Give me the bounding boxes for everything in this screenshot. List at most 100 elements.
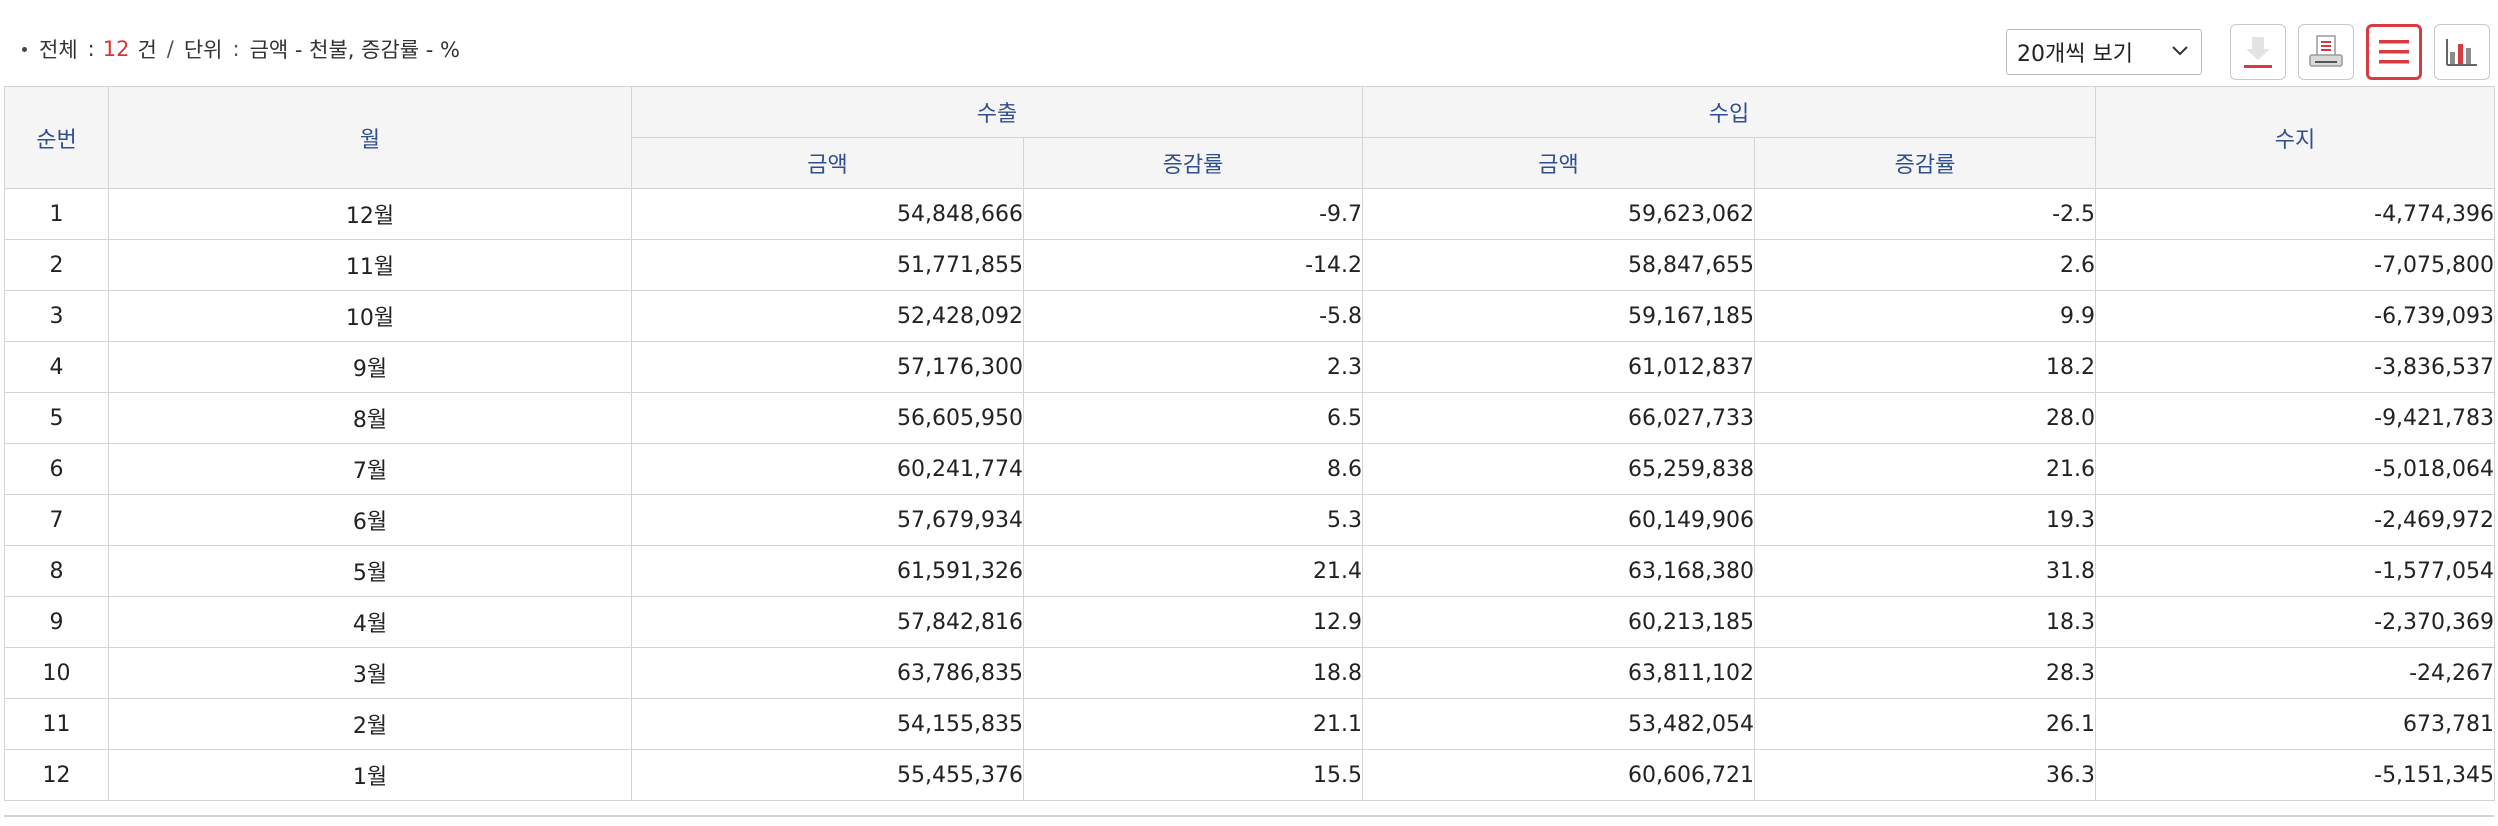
cell-seq: 5 (4, 392, 109, 444)
cell-month: 6월 (108, 494, 632, 546)
cell-import-amount: 63,168,380 (1362, 545, 1756, 597)
cell-import-rate: 28.3 (1754, 647, 2097, 699)
cell-balance: -24,267 (2095, 647, 2496, 699)
table-body: 1 12월 54,848,666 -9.7 59,623,062 -2.5 -4… (4, 188, 2496, 801)
cell-balance: -4,774,396 (2095, 188, 2496, 240)
cell-import-amount: 63,811,102 (1362, 647, 1756, 699)
cell-export-amount: 57,679,934 (631, 494, 1024, 546)
table-row: 4 9월 57,176,300 2.3 61,012,837 18.2 -3,8… (4, 341, 2496, 393)
chart-view-button[interactable] (2434, 24, 2490, 80)
cell-month: 3월 (108, 647, 632, 699)
header-export-rate: 증감률 (1022, 137, 1364, 189)
cell-export-amount: 63,786,835 (631, 647, 1024, 699)
header-export-amount: 금액 (631, 137, 1024, 189)
header-import-amount: 금액 (1362, 137, 1756, 189)
cell-seq: 2 (4, 239, 109, 291)
page-size-value: 20개씩 보기 (2017, 42, 2133, 67)
cell-export-rate: 21.4 (1022, 545, 1364, 597)
cell-import-rate: 18.2 (1754, 341, 2097, 393)
cell-export-rate: 18.8 (1022, 647, 1364, 699)
cell-import-rate: 36.3 (1754, 749, 2097, 801)
cell-export-amount: 60,241,774 (631, 443, 1024, 495)
cell-month: 2월 (108, 698, 632, 750)
cell-export-amount: 56,605,950 (631, 392, 1024, 444)
cell-month: 11월 (108, 239, 632, 291)
cell-import-amount: 59,167,185 (1362, 290, 1756, 342)
cell-balance: -6,739,093 (2095, 290, 2496, 342)
print-button[interactable] (2298, 24, 2354, 80)
cell-month: 9월 (108, 341, 632, 393)
page-size-select[interactable]: 20개씩 보기 (2006, 29, 2202, 75)
total-count: 12 (102, 37, 130, 61)
cell-import-amount: 58,847,655 (1362, 239, 1756, 291)
cell-balance: -7,075,800 (2095, 239, 2496, 291)
cell-import-amount: 60,606,721 (1362, 749, 1756, 801)
cell-export-rate: -9.7 (1022, 188, 1364, 240)
table-row: 7 6월 57,679,934 5.3 60,149,906 19.3 -2,4… (4, 494, 2496, 546)
cell-import-amount: 60,213,185 (1362, 596, 1756, 648)
table-row: 8 5월 61,591,326 21.4 63,168,380 31.8 -1,… (4, 545, 2496, 597)
header-import-rate: 증감률 (1754, 137, 2097, 189)
count-unit: 건 (137, 38, 157, 62)
header-seq: 순번 (4, 86, 109, 189)
table-row: 12 1월 55,455,376 15.5 60,606,721 36.3 -5… (4, 749, 2496, 801)
cell-export-rate: 6.5 (1022, 392, 1364, 444)
cell-import-rate: 26.1 (1754, 698, 2097, 750)
cell-export-rate: 15.5 (1022, 749, 1364, 801)
toolbar: 20개씩 보기 (2006, 24, 2490, 80)
result-summary: 전체 : 12 건 / 단위 : 금액 - 천불, 증감률 - % (22, 34, 460, 64)
table-bottom-divider (4, 815, 2494, 817)
download-icon (2244, 37, 2272, 68)
cell-balance: -5,018,064 (2095, 443, 2496, 495)
table-row: 2 11월 51,771,855 -14.2 58,847,655 2.6 -7… (4, 239, 2496, 291)
cell-export-amount: 61,591,326 (631, 545, 1024, 597)
cell-seq: 11 (4, 698, 109, 750)
table-header: 순번 월 수출 수입 수지 금액 증감률 금액 증감률 (4, 86, 2496, 189)
cell-balance: -5,151,345 (2095, 749, 2496, 801)
cell-balance: -9,421,783 (2095, 392, 2496, 444)
chart-view-icon (2446, 39, 2477, 66)
cell-export-amount: 57,842,816 (631, 596, 1024, 648)
table-row: 5 8월 56,605,950 6.5 66,027,733 28.0 -9,4… (4, 392, 2496, 444)
cell-balance: 673,781 (2095, 698, 2496, 750)
cell-import-rate: 28.0 (1754, 392, 2097, 444)
cell-month: 1월 (108, 749, 632, 801)
summary-divider: / (166, 37, 174, 61)
table-row: 3 10월 52,428,092 -5.8 59,167,185 9.9 -6,… (4, 290, 2496, 342)
total-label: 전체 (39, 38, 78, 62)
cell-month: 7월 (108, 443, 632, 495)
cell-seq: 7 (4, 494, 109, 546)
list-view-button[interactable] (2366, 24, 2422, 80)
cell-export-amount: 54,155,835 (631, 698, 1024, 750)
cell-export-rate: -14.2 (1022, 239, 1364, 291)
download-button[interactable] (2230, 24, 2286, 80)
table-row: 1 12월 54,848,666 -9.7 59,623,062 -2.5 -4… (4, 188, 2496, 240)
trade-table: 순번 월 수출 수입 수지 금액 증감률 금액 증감률 1 12월 54,848… (4, 86, 2496, 801)
cell-seq: 1 (4, 188, 109, 240)
cell-import-rate: 2.6 (1754, 239, 2097, 291)
cell-month: 10월 (108, 290, 632, 342)
cell-export-amount: 52,428,092 (631, 290, 1024, 342)
cell-export-rate: 8.6 (1022, 443, 1364, 495)
bullet-icon (22, 46, 27, 52)
unit-text: 금액 - 천불, 증감률 - % (249, 38, 460, 62)
cell-seq: 4 (4, 341, 109, 393)
header-balance: 수지 (2095, 86, 2496, 189)
cell-import-rate: 31.8 (1754, 545, 2097, 597)
cell-seq: 12 (4, 749, 109, 801)
header-month: 월 (108, 86, 632, 189)
cell-balance: -1,577,054 (2095, 545, 2496, 597)
cell-export-amount: 55,455,376 (631, 749, 1024, 801)
cell-export-rate: -5.8 (1022, 290, 1364, 342)
cell-import-amount: 53,482,054 (1362, 698, 1756, 750)
print-icon (2309, 35, 2343, 67)
cell-export-rate: 21.1 (1022, 698, 1364, 750)
cell-import-amount: 61,012,837 (1362, 341, 1756, 393)
header-import: 수입 (1362, 86, 2097, 138)
cell-import-rate: 18.3 (1754, 596, 2097, 648)
cell-import-amount: 66,027,733 (1362, 392, 1756, 444)
table-row: 6 7월 60,241,774 8.6 65,259,838 21.6 -5,0… (4, 443, 2496, 495)
cell-import-rate: 19.3 (1754, 494, 2097, 546)
cell-seq: 3 (4, 290, 109, 342)
unit-colon: : (232, 37, 240, 61)
